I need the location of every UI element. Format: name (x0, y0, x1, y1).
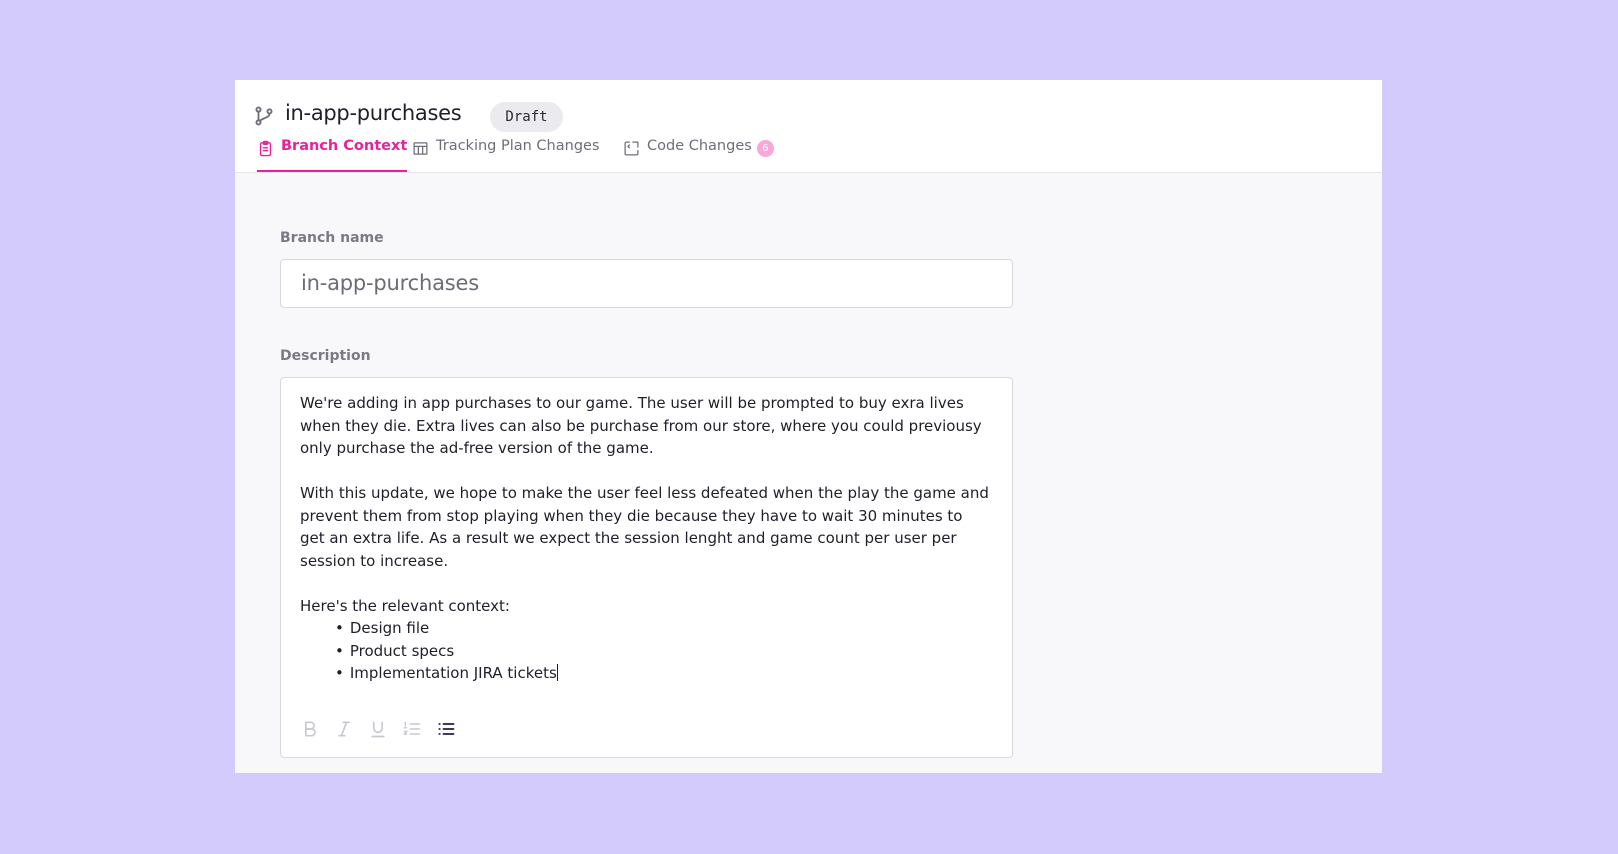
clipboard-icon (259, 140, 272, 157)
ordered-list-button[interactable] (402, 719, 422, 739)
branch-header: in-app-purchases Draft Branch Context Tr… (235, 80, 1382, 173)
italic-button[interactable] (334, 719, 354, 739)
tab-tracking-plan-changes[interactable]: Tracking Plan Changes (412, 138, 600, 172)
description-bullet-list: Design file Product specs Implementation… (300, 617, 990, 685)
branch-name-input[interactable]: in-app-purchases (280, 259, 1013, 308)
bold-icon (305, 721, 316, 737)
tab-label: Code Changes (647, 138, 752, 154)
code-changes-count-badge: 6 (756, 140, 774, 157)
git-branch-icon (253, 105, 275, 127)
table-icon (413, 142, 428, 155)
tab-label: Tracking Plan Changes (436, 138, 600, 154)
description-content[interactable]: We're adding in app purchases to our gam… (300, 392, 990, 685)
bold-button[interactable] (300, 719, 320, 739)
bullet-list-icon (438, 723, 455, 735)
list-item: Implementation JIRA tickets (335, 662, 990, 685)
description-label: Description (280, 348, 371, 364)
tab-label: Branch Context (281, 138, 408, 154)
text-cursor (556, 664, 558, 681)
description-paragraph: We're adding in app purchases to our gam… (300, 394, 982, 457)
branch-window: in-app-purchases Draft Branch Context Tr… (235, 80, 1382, 773)
underline-button[interactable] (368, 719, 388, 739)
italic-icon (338, 721, 350, 737)
tab-branch-context[interactable]: Branch Context (257, 138, 408, 172)
tab-code-changes[interactable]: Code Changes 6 (623, 138, 774, 172)
description-editor[interactable]: We're adding in app purchases to our gam… (280, 377, 1013, 758)
underline-icon (371, 721, 385, 738)
formatting-toolbar (300, 719, 456, 739)
list-item: Product specs (335, 640, 990, 663)
branch-name-label: Branch name (280, 230, 384, 246)
code-bracket-icon (624, 141, 639, 156)
status-badge: Draft (490, 102, 563, 132)
list-item: Design file (335, 617, 990, 640)
bullet-list-button[interactable] (436, 719, 456, 739)
page-title: in-app-purchases (285, 101, 462, 125)
ordered-list-icon (402, 721, 421, 735)
description-paragraph: With this update, we hope to make the us… (300, 484, 989, 570)
description-paragraph: Here's the relevant context: (300, 596, 510, 615)
